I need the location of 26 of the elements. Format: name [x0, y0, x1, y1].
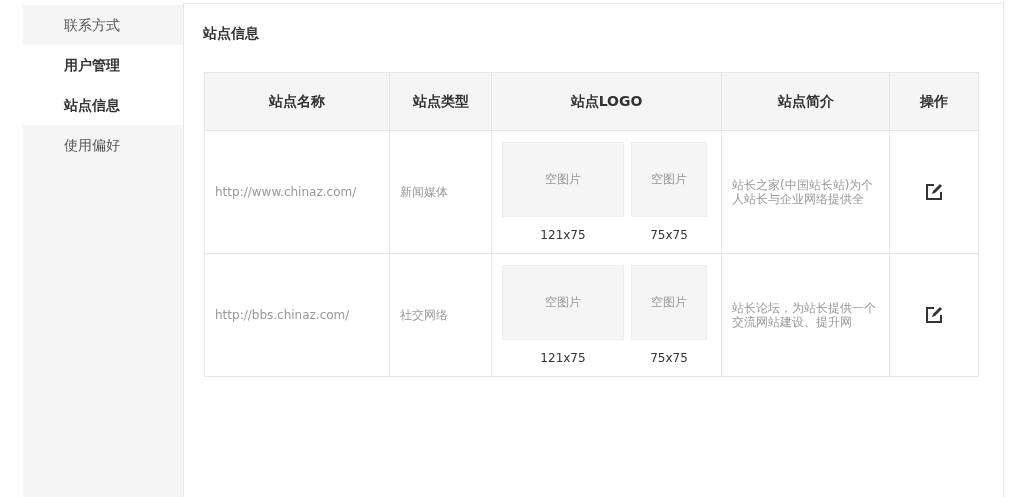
- image-size-label: 121x75: [540, 228, 586, 242]
- table-cell: 社交网络: [389, 253, 492, 377]
- column-header: 站点名称: [204, 72, 390, 131]
- edit-icon[interactable]: [925, 306, 943, 324]
- edit-icon[interactable]: [925, 183, 943, 201]
- table-cell: http://www.chinaz.com/: [204, 130, 390, 254]
- sidebar-item[interactable]: 使用偏好: [23, 125, 183, 165]
- empty-image: 空图片: [502, 142, 624, 217]
- column-header: 操作: [889, 72, 979, 131]
- image-size-label: 75x75: [650, 228, 688, 242]
- empty-image: 空图片: [631, 142, 707, 217]
- table-cell: 新闻媒体: [389, 130, 492, 254]
- empty-image: 空图片: [631, 265, 707, 340]
- image-size-label: 75x75: [650, 351, 688, 365]
- table-cell: http://bbs.chinaz.com/: [204, 253, 390, 377]
- image-size-label: 121x75: [540, 351, 586, 365]
- site-intro: 站长论坛，为站长提供一个交流网站建设、提升网: [732, 301, 877, 329]
- sidebar-group-label[interactable]: 用户管理: [23, 45, 183, 85]
- column-header: 站点LOGO: [491, 72, 722, 131]
- panel-title: 站点信息: [203, 24, 260, 43]
- empty-image: 空图片: [502, 265, 624, 340]
- column-header: 站点简介: [721, 72, 890, 131]
- site-intro: 站长之家(中国站长站)为个人站长与企业网络提供全: [732, 178, 875, 206]
- column-header: 站点类型: [389, 72, 492, 131]
- sidebar-item[interactable]: 站点信息: [23, 85, 183, 125]
- sidebar-item[interactable]: 联系方式: [23, 5, 183, 45]
